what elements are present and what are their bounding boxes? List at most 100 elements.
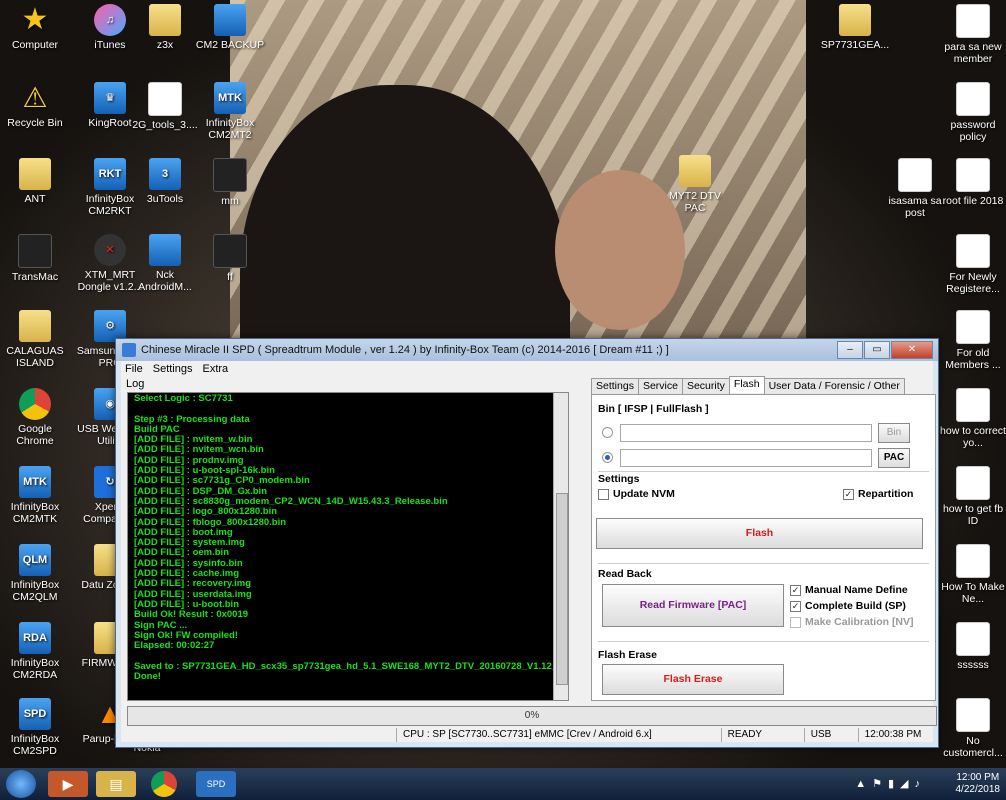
document-icon: [956, 158, 990, 192]
bin-button[interactable]: Bin: [878, 423, 910, 443]
flash-erase-button[interactable]: Flash Erase: [602, 664, 784, 695]
desktop-icon-label: MYT2 DTV PAC: [669, 190, 721, 214]
desktop-icon[interactable]: root file 2018: [938, 158, 1006, 207]
desktop-icon[interactable]: QLM InfinityBox CM2QLM: [0, 544, 70, 603]
infinitybox-qlm-icon: QLM: [19, 544, 51, 576]
desktop-icon-label: ssssss: [957, 659, 989, 671]
manual-name-define-checkbox[interactable]: ✓ Manual Name Define: [790, 584, 908, 596]
maximize-button[interactable]: ▭: [864, 341, 890, 359]
document-icon: [956, 388, 990, 422]
desktop-icon[interactable]: CALAGUAS ISLAND: [0, 310, 70, 369]
pac-path-input[interactable]: [620, 449, 872, 467]
desktop-icon[interactable]: Nck AndroidM...: [130, 234, 200, 293]
divider: [598, 641, 929, 642]
log-console[interactable]: Select Logic : SC7731 Step #3 : Processin…: [127, 392, 569, 701]
desktop-icon[interactable]: Google Chrome: [0, 388, 70, 447]
flash-panel: Bin [ IFSP | FullFlash ] Bin PAC Setting…: [591, 394, 936, 701]
status-spacer: [121, 728, 396, 742]
close-button[interactable]: ✕: [891, 341, 933, 359]
repartition-label: Repartition: [858, 488, 914, 500]
pac-radio[interactable]: [602, 452, 613, 463]
flash-button[interactable]: Flash: [596, 518, 923, 549]
desktop-icon[interactable]: 2G_tools_3....: [130, 82, 200, 131]
desktop-icon[interactable]: 3 3uTools: [130, 158, 200, 205]
readback-group-label: Read Back: [598, 568, 652, 580]
app-icon: [122, 343, 136, 357]
tab-settings[interactable]: Settings: [591, 378, 639, 395]
update-nvm-checkbox[interactable]: Update NVM: [598, 488, 675, 500]
chrome-icon[interactable]: [151, 771, 177, 797]
desktop-icon[interactable]: how to correct yo...: [938, 388, 1006, 449]
bin-radio[interactable]: [602, 427, 613, 438]
media-player-icon[interactable]: ▶: [48, 771, 88, 797]
document-icon: [956, 466, 990, 500]
desktop-icon[interactable]: MTK InfinityBox CM2MTK: [0, 466, 70, 525]
desktop-icon[interactable]: MYT2 DTV PAC: [660, 155, 730, 214]
pac-button[interactable]: PAC: [878, 448, 910, 468]
repartition-checkbox[interactable]: ✓ Repartition: [843, 488, 913, 500]
start-button[interactable]: [6, 770, 36, 798]
tab-user-data[interactable]: User Data / Forensic / Other: [763, 378, 905, 395]
desktop-icon-label: Google Chrome: [16, 423, 54, 447]
infinitybox-spd-icon: SPD: [19, 698, 51, 730]
menu-bar: File Settings Extra: [121, 361, 933, 377]
desktop-icon-label: CALAGUAS ISLAND: [6, 345, 64, 369]
desktop-icon[interactable]: For Newly Registere...: [938, 234, 1006, 295]
menu-extra[interactable]: Extra: [202, 363, 228, 375]
desktop-icon[interactable]: CM2 BACKUP: [195, 4, 265, 51]
manual-name-define-label: Manual Name Define: [805, 584, 908, 596]
complete-build-label: Complete Build (SP): [805, 600, 906, 612]
make-calibration-checkbox[interactable]: Make Calibration [NV]: [790, 616, 914, 628]
bin-path-input[interactable]: [620, 424, 872, 442]
desktop-icon[interactable]: password policy: [938, 82, 1006, 143]
tab-service[interactable]: Service: [637, 378, 683, 395]
divider: [598, 471, 929, 472]
desktop-icon[interactable]: z3x: [130, 4, 200, 51]
tray-icons[interactable]: ▲⚑▮◢♪: [855, 777, 926, 790]
infinitybox-rkt-icon: RKT: [94, 158, 126, 190]
desktop-icon[interactable]: TransMac: [0, 234, 70, 283]
tab-flash[interactable]: Flash: [728, 376, 765, 393]
itunes-icon: ♫: [94, 4, 126, 36]
read-firmware-button[interactable]: Read Firmware [PAC]: [602, 584, 784, 627]
folder-icon: [839, 4, 871, 36]
menu-settings[interactable]: Settings: [153, 363, 193, 375]
desktop-icon[interactable]: ★ Computer: [0, 4, 70, 52]
desktop-icon[interactable]: MTK InfinityBox CM2MT2: [195, 82, 265, 141]
scrollbar-thumb[interactable]: [556, 493, 568, 685]
infinitybox-spd-icon[interactable]: SPD: [196, 771, 236, 797]
minimize-button[interactable]: –: [837, 341, 863, 359]
desktop-icon[interactable]: how to get fb ID: [938, 466, 1006, 527]
dark-app-icon: [213, 234, 247, 268]
desktop-icon[interactable]: No customercl...: [938, 698, 1006, 759]
desktop-icon[interactable]: para sa new member: [938, 4, 1006, 65]
desktop-icon-label: z3x: [156, 39, 174, 51]
desktop-icon-label: InfinityBox CM2MTK: [10, 501, 60, 525]
desktop-icon-label: How To Make Ne...: [941, 581, 1005, 605]
desktop-icon[interactable]: ssssss: [938, 622, 1006, 671]
desktop-icon-label: ff: [227, 271, 233, 283]
menu-file[interactable]: File: [125, 363, 143, 375]
log-scrollbar[interactable]: [553, 393, 568, 700]
desktop-icon[interactable]: RDA InfinityBox CM2RDA: [0, 622, 70, 681]
status-port: USB: [803, 728, 858, 742]
desktop-icon[interactable]: mm: [195, 158, 265, 207]
desktop-icon-label: SP7731GEA...: [820, 39, 890, 51]
system-clock[interactable]: 12:00 PM 4/22/2018: [956, 772, 1001, 796]
tab-security[interactable]: Security: [681, 378, 730, 395]
folder-icon: [679, 155, 711, 187]
complete-build-checkbox[interactable]: ✓ Complete Build (SP): [790, 600, 906, 612]
status-state: READY: [720, 728, 804, 742]
desktop-icon[interactable]: ANT: [0, 158, 70, 205]
check-icon: ✓: [790, 600, 801, 612]
flash-erase-group-label: Flash Erase: [598, 649, 657, 661]
desktop-icon[interactable]: SPD InfinityBox CM2SPD: [0, 698, 70, 757]
desktop-icon[interactable]: How To Make Ne...: [938, 544, 1006, 605]
explorer-icon[interactable]: ▤: [96, 771, 136, 797]
desktop-icon[interactable]: SP7731GEA...: [820, 4, 890, 51]
desktop-icon[interactable]: ⚠ Recycle Bin: [0, 82, 70, 130]
archive-icon: [214, 4, 246, 36]
desktop-icon[interactable]: For old Members ...: [938, 310, 1006, 371]
desktop-icon[interactable]: ff: [195, 234, 265, 283]
window-titlebar[interactable]: Chinese Miracle II SPD ( Spreadtrum Modu…: [116, 339, 938, 361]
